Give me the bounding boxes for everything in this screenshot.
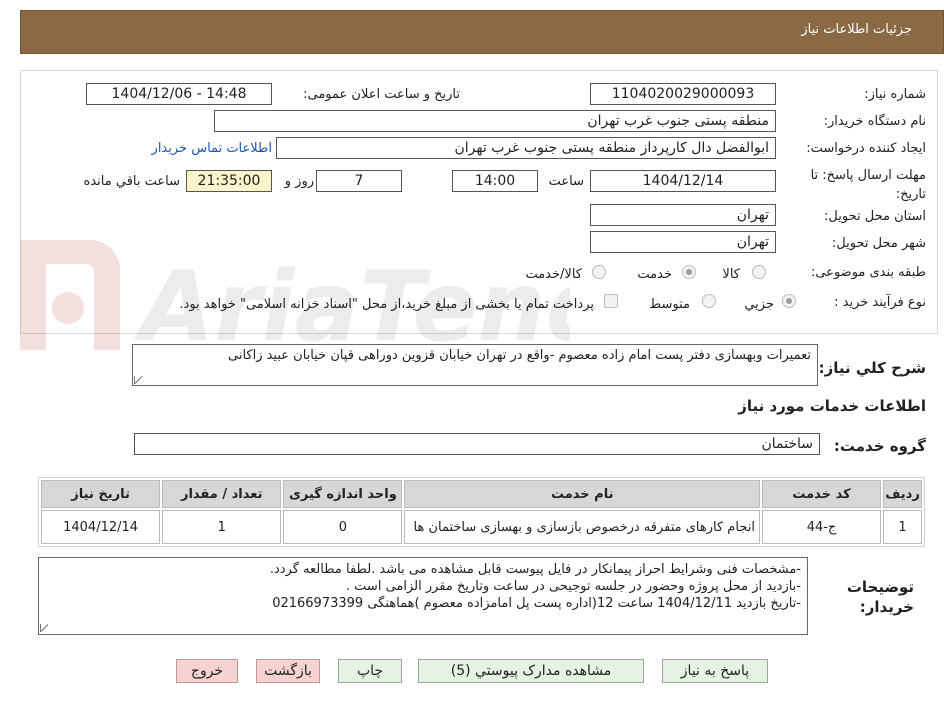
announce-date-label: تاریخ و ساعت اعلان عمومی: (303, 87, 460, 102)
process-medium-radio[interactable] (702, 294, 716, 308)
print-button[interactable]: چاپ (338, 659, 402, 683)
city-field: تهران (590, 231, 776, 253)
category-goods-label: کالا (722, 267, 740, 282)
category-goods-radio[interactable] (752, 265, 766, 279)
summary-textarea[interactable]: تعمیرات وبهسازی دفتر پست امام زاده معصوم… (132, 344, 818, 386)
cell-service-name: انجام کارهای متفرقه درخصوص بازسازی و بهس… (404, 510, 760, 544)
service-group-field: ساختمان (134, 433, 820, 455)
province-field: تهران (590, 204, 776, 226)
days-remaining-field: 7 (316, 170, 402, 192)
buyer-org-field: منطقه پستی جنوب غرب تهران (214, 110, 776, 132)
col-service-name: نام خدمت (404, 480, 760, 508)
remaining-time-field: 21:35:00 (186, 170, 272, 192)
category-goods-service-radio[interactable] (592, 265, 606, 279)
summary-label: شرح کلي نیاز: (818, 359, 926, 377)
process-minor-radio[interactable] (782, 294, 796, 308)
buyer-org-label: نام دستگاه خریدار: (823, 114, 926, 129)
cell-row-number: 1 (883, 510, 922, 544)
cell-service-code: ج-44 (761, 510, 882, 544)
remaining-time-label: ساعت باقي مانده (83, 174, 180, 189)
view-attachments-button[interactable]: مشاهده مدارک پیوستي (5) (418, 659, 644, 683)
category-goods-service-label: کالا/خدمت (525, 267, 582, 282)
page-title: جزئیات اطلاعات نیاز (801, 22, 912, 37)
buyer-notes-textarea[interactable]: -مشخصات فنی وشرایط احراز پیمانکار در فای… (38, 557, 808, 635)
reply-to-need-button[interactable]: پاسخ به نیاز (662, 659, 768, 683)
buyer-notes-label-line1: توضیحات (846, 578, 914, 596)
city-label: شهر محل تحویل: (831, 236, 926, 251)
days-label: روز و (284, 174, 314, 189)
table-row: 1 ج-44 انجام کارهای متفرقه درخصوص بازساز… (41, 510, 922, 544)
resize-grip-icon[interactable] (134, 376, 142, 384)
buyer-notes-line: -تاریخ بازدید 1404/12/11 ساعت 12(اداره پ… (272, 596, 801, 611)
cell-unit: 0 (283, 510, 403, 544)
province-label: استان محل تحویل: (824, 209, 926, 224)
requester-field: ابوالفضل دال کارپرداز منطقه پستی جنوب غر… (276, 137, 776, 159)
process-medium-label: متوسط (649, 297, 690, 312)
deadline-time-field: 14:00 (452, 170, 538, 192)
service-group-label: گروه خدمت: (833, 437, 926, 455)
exit-button[interactable]: خروج (176, 659, 238, 683)
buyer-notes-line: -بازدید از محل پروژه وحضور در جلسه توجیح… (345, 579, 801, 594)
services-table: ردیف کد خدمت نام خدمت واحد اندازه گیری ت… (38, 477, 925, 547)
deadline-date-field: 1404/12/14 (590, 170, 776, 192)
table-header-row: ردیف کد خدمت نام خدمت واحد اندازه گیری ت… (41, 480, 922, 508)
cell-quantity: 1 (162, 510, 282, 544)
deadline-time-label: ساعت (548, 174, 584, 189)
need-number-field: 1104020029000093 (590, 83, 776, 105)
announce-date-field: 1404/12/06 - 14:48 (86, 83, 272, 105)
category-label: طبقه بندی موضوعی: (810, 265, 926, 280)
process-type-label: نوع فرآیند خرید : (834, 295, 926, 310)
deadline-label: مهلت ارسال پاسخ: تا تاریخ: (810, 168, 926, 202)
category-service-label: خدمت (637, 267, 672, 282)
requester-label: ایجاد کننده درخواست: (806, 141, 926, 156)
col-row-number: ردیف (883, 480, 922, 508)
cell-need-date: 1404/12/14 (41, 510, 161, 544)
treasury-payment-note: پرداخت تمام یا بخشی از مبلغ خرید،از محل … (179, 297, 594, 312)
buyer-notes-line: -مشخصات فنی وشرایط احراز پیمانکار در فای… (269, 562, 801, 577)
col-unit: واحد اندازه گیری (283, 480, 403, 508)
col-quantity: تعداد / مقدار (162, 480, 282, 508)
buyer-notes-label-line2: خریدار: (859, 598, 914, 616)
buyer-contact-link[interactable]: اطلاعات تماس خریدار (152, 141, 272, 156)
category-service-radio[interactable] (682, 265, 696, 279)
col-service-code: کد خدمت (761, 480, 882, 508)
resize-grip-icon[interactable] (40, 624, 48, 632)
process-minor-label: جزیي (744, 297, 774, 312)
need-number-label: شماره نیاز: (864, 87, 926, 102)
services-section-title: اطلاعات خدمات مورد نیاز (738, 397, 926, 415)
treasury-payment-checkbox[interactable] (604, 294, 618, 308)
back-button[interactable]: بازگشت (256, 659, 320, 683)
col-need-date: تاریخ نیاز (41, 480, 161, 508)
